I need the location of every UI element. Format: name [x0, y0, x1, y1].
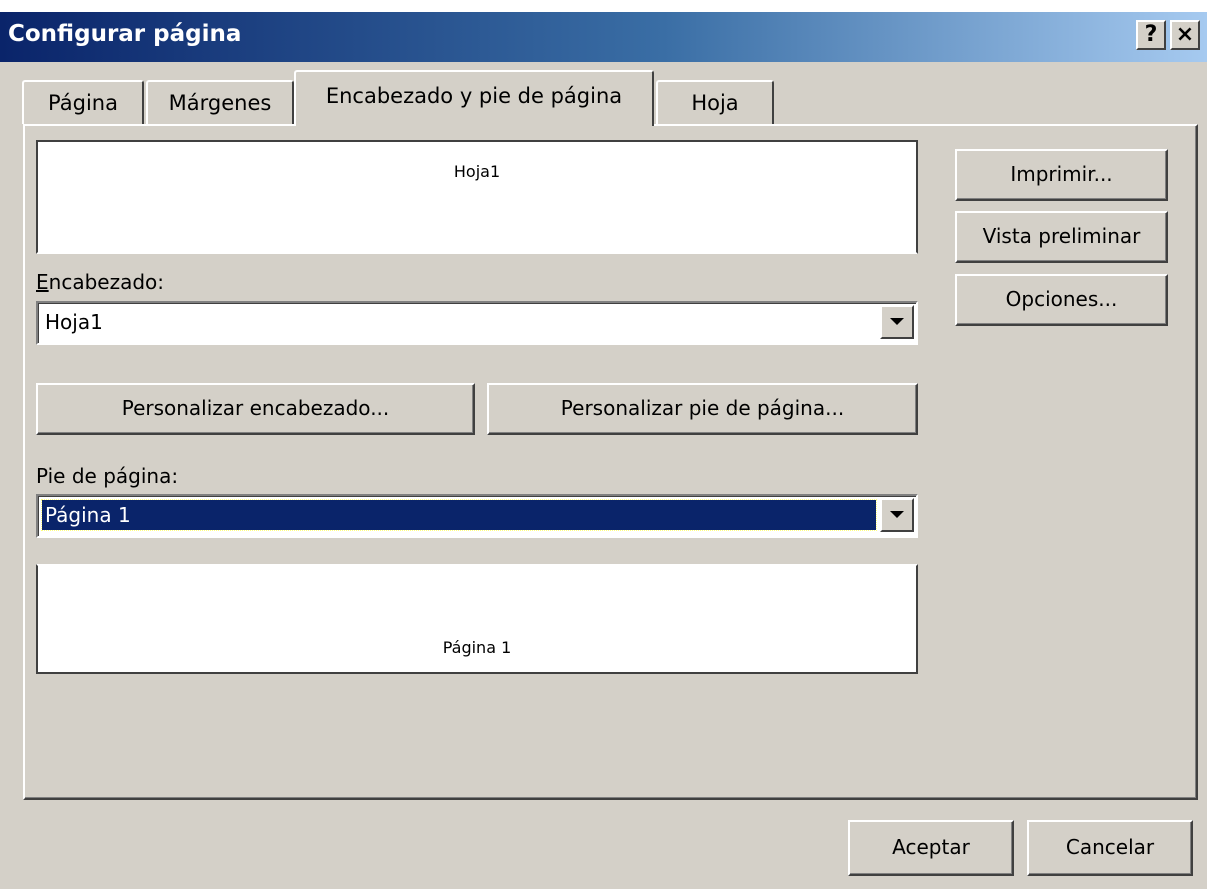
- options-button-label: Opciones...: [1005, 287, 1118, 311]
- ok-button[interactable]: Aceptar: [848, 820, 1014, 876]
- title-bar[interactable]: Configurar página ? ×: [0, 12, 1207, 62]
- footer-label: Pie de página:: [36, 464, 179, 488]
- chevron-down-icon[interactable]: [880, 498, 914, 532]
- tab-pagina[interactable]: Página: [22, 80, 144, 124]
- cancel-button[interactable]: Cancelar: [1027, 820, 1193, 876]
- help-button[interactable]: ?: [1136, 20, 1166, 50]
- header-label-accel: E: [36, 270, 49, 294]
- tab-encabezado-pie[interactable]: Encabezado y pie de página: [294, 70, 654, 126]
- footer-preview-text: Página 1: [442, 638, 512, 657]
- tab-hoja[interactable]: Hoja: [656, 80, 774, 124]
- print-preview-button[interactable]: Vista preliminar: [955, 211, 1168, 263]
- header-select-value: Hoja1: [45, 310, 103, 334]
- header-preview-text: Hoja1: [453, 162, 501, 181]
- customize-footer-label: Personalizar pie de página...: [560, 396, 845, 420]
- close-button[interactable]: ×: [1170, 20, 1200, 50]
- header-label-rest: ncabezado:: [48, 270, 164, 294]
- page-setup-dialog: Configurar página ? × Página Márgenes En…: [0, 12, 1207, 889]
- chevron-down-icon[interactable]: [880, 305, 914, 339]
- customize-footer-button[interactable]: Personalizar pie de página...: [487, 383, 918, 435]
- dialog-title: Configurar página: [8, 21, 242, 47]
- options-button[interactable]: Opciones...: [955, 274, 1168, 326]
- footer-select[interactable]: Página 1: [36, 494, 918, 538]
- header-select[interactable]: Hoja1: [36, 301, 918, 345]
- header-label: Encabezado:: [36, 270, 164, 294]
- customize-header-button[interactable]: Personalizar encabezado...: [36, 383, 475, 435]
- footer-select-value: Página 1: [41, 499, 877, 531]
- header-preview: Hoja1: [36, 140, 918, 254]
- customize-header-label: Personalizar encabezado...: [121, 396, 390, 420]
- print-preview-button-label: Vista preliminar: [982, 224, 1141, 248]
- footer-preview: Página 1: [36, 564, 918, 674]
- ok-button-label: Aceptar: [892, 835, 970, 859]
- cancel-button-label: Cancelar: [1065, 835, 1155, 859]
- print-button-label: Imprimir...: [1010, 162, 1113, 186]
- tab-margenes[interactable]: Márgenes: [146, 80, 294, 124]
- print-button[interactable]: Imprimir...: [955, 149, 1168, 201]
